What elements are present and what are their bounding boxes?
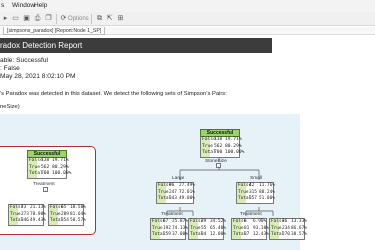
split-label-treatment: Treatment [161,212,183,217]
branch-label-large: Large [172,176,185,181]
node-title: Successful [27,150,67,158]
branch-label-small: Small [250,176,262,181]
tree-node-large[interactable]: False 96 27.49% True 247 72.01% Total 343 49.0… [156,182,195,204]
tree-leaf-3[interactable]: False 6 6.90% True 81 93.10% Total 87 12.43% [231,218,269,240]
node-title: Successful [200,129,240,137]
tree-leaf-4[interactable]: False 36 13.33% True 234 86.67% Total 270 38.5… [269,218,307,240]
tree-leaf-2[interactable]: False 29 34.52% True 55 65.48% Total 84 12.00% [188,218,226,240]
collapse-toggle[interactable]: - [216,163,221,168]
highlight-leaf-left[interactable]: False 73 21.13% True 273 78.90% Total 346 49.4… [8,204,46,226]
tree-node-small[interactable]: False 42 11.76% True 315 88.24% Total 357 51.0… [236,182,275,204]
collapse-toggle[interactable]: - [43,187,48,192]
split-label-treatment: Treatment [240,212,262,217]
node-row: Total 700 100.00% [201,150,245,157]
highlight-node-root[interactable]: Successful False 138 19.71% True 562 80.29% … [27,150,71,179]
tree-node-root[interactable]: Successful False 138 19.71% True 562 80.29% … [200,129,245,158]
highlight-leaf-right[interactable]: False 65 18.58% True 289 81.64% Total 354 50.5… [48,204,86,226]
tree-leaf-1[interactable]: False 67 25.87% True 192 74.13% Total 259 37.0… [150,218,188,240]
